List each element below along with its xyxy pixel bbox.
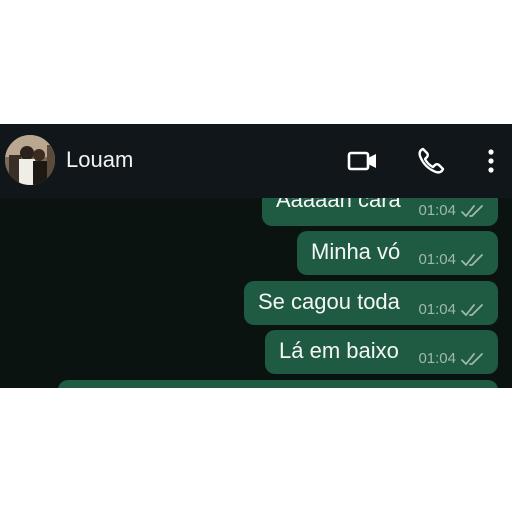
message-meta: 01:04 — [418, 350, 486, 368]
chat-header: Louam — [0, 124, 512, 198]
message-bubble-partial[interactable] — [58, 380, 498, 388]
message-bubble[interactable]: Minha vó 01:04 — [297, 231, 498, 275]
message-text: Se cagou toda — [258, 289, 400, 314]
message-list[interactable]: Aaaaah cara 01:04 Minha vó 01:04 Se cago… — [0, 198, 512, 388]
message-time: 01:04 — [418, 202, 456, 219]
message-time: 01:04 — [418, 251, 456, 268]
message-meta: 01:04 — [418, 202, 486, 220]
double-check-icon — [460, 203, 486, 219]
message-bubble[interactable]: Se cagou toda 01:04 — [244, 281, 498, 325]
message-time: 01:04 — [418, 350, 456, 367]
message-bubble[interactable]: Aaaaah cara 01:04 — [262, 198, 498, 226]
message-time: 01:04 — [418, 301, 456, 318]
message-text: Minha vó — [311, 239, 401, 264]
double-check-icon — [460, 252, 486, 268]
voice-call-icon[interactable] — [414, 144, 448, 178]
message-bubble[interactable]: Lá em baixo 01:04 — [265, 330, 498, 374]
double-check-icon — [460, 351, 486, 367]
more-options-icon[interactable] — [474, 144, 508, 178]
video-call-icon[interactable] — [345, 144, 379, 178]
double-check-icon — [460, 302, 486, 318]
contact-avatar[interactable] — [5, 135, 55, 185]
message-meta: 01:04 — [418, 251, 486, 269]
contact-name[interactable]: Louam — [66, 145, 133, 175]
message-meta: 01:04 — [418, 301, 486, 319]
chat-screen: Louam Aaaaah cara 01:04 Minha vó 01:04 S… — [0, 124, 512, 388]
message-text: Lá em baixo — [279, 338, 399, 363]
message-text: Aaaaah cara — [276, 198, 401, 212]
